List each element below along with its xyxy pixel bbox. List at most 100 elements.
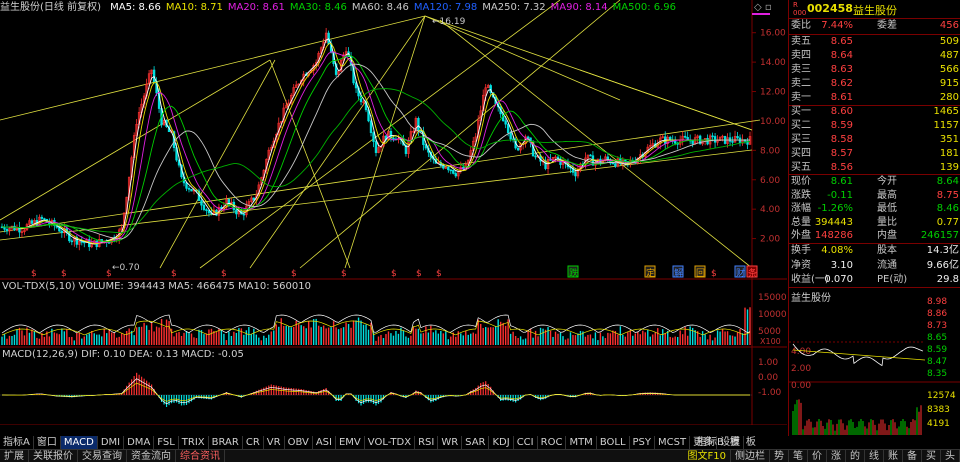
indicator-tab[interactable]: OBV	[285, 436, 313, 449]
chart-settings-icon[interactable]: ◇ ▫	[754, 2, 772, 13]
indicator-tab[interactable]: DMA	[124, 436, 155, 449]
indicator-tab[interactable]: CR	[243, 436, 264, 449]
indicator-tab[interactable]: VOL-TDX	[365, 436, 416, 449]
bottom-tool[interactable]: 势	[770, 450, 789, 462]
row-value: 8.58	[830, 134, 853, 145]
row-label: 卖五	[791, 36, 811, 47]
weicha-label: 委差	[877, 20, 897, 31]
candle-body	[447, 167, 450, 171]
intraday-mini-chart[interactable]: 4.002.000.008.988.868.738.658.598.478.35…	[789, 290, 960, 436]
ma-legend-item: MA10: 8.71	[165, 2, 223, 13]
mini-vol-label: 8383	[927, 405, 950, 415]
bottom-tool[interactable]: 备	[903, 450, 922, 462]
event-marker: 定	[646, 267, 655, 279]
bottom-tab[interactable]: 扩展	[0, 450, 29, 462]
vol-axis-label: 15000	[758, 293, 787, 303]
indicator-tab[interactable]: DMI	[98, 436, 125, 449]
indicator-tab[interactable]: 指标A	[0, 436, 34, 449]
indicator-tab-right[interactable]: 板	[743, 436, 759, 449]
candle-body	[683, 135, 687, 138]
bottom-tool[interactable]: 买	[922, 450, 941, 462]
bottom-tab[interactable]: 关联报价	[29, 450, 78, 462]
bottom-tool[interactable]: 账	[884, 450, 903, 462]
event-marker: $	[291, 269, 297, 279]
row-label: 收益(一)	[791, 274, 829, 285]
row-value: 8.59	[830, 120, 853, 131]
row-label: 卖三	[791, 64, 811, 75]
row-value2: 8.46	[936, 203, 959, 214]
indicator-tab[interactable]: WR	[438, 436, 463, 449]
row-value2: 246157	[920, 230, 959, 241]
indicator-tab[interactable]: RSI	[415, 436, 439, 449]
row-value: 148286	[814, 230, 853, 241]
candle-body	[235, 209, 238, 215]
price-axis-label: 12.00	[760, 88, 786, 98]
candle-body	[205, 209, 208, 211]
indicator-tab[interactable]: MCST	[655, 436, 691, 449]
trend-line	[199, 0, 561, 269]
candle-body	[80, 241, 83, 243]
price-axis-label: 2.00	[760, 235, 780, 245]
indicator-tab[interactable]: SAR	[462, 436, 490, 449]
indicator-tab[interactable]: ROC	[538, 436, 567, 449]
indicator-tab[interactable]: 窗口	[34, 436, 61, 449]
order-level-buy: 买一 8.60 1465	[789, 105, 960, 119]
indicator-tab[interactable]: MTM	[566, 436, 597, 449]
row-value: 0.070	[824, 274, 853, 285]
bottom-tool[interactable]: 笔	[789, 450, 808, 462]
kline-chart[interactable]: 16.00 14.00 12.00 10.00 8.00 6.00 4.00 2.00 ←16.…	[0, 0, 787, 425]
bottom-tab[interactable]: 综合资讯	[176, 450, 225, 462]
indicator-tab-right[interactable]: 指标B	[694, 436, 727, 449]
indicator-tab[interactable]: VR	[264, 436, 285, 449]
chart-divider	[752, 13, 770, 15]
candle-body	[516, 147, 520, 151]
row-value: -1.26%	[817, 203, 853, 214]
event-marker: $	[31, 269, 37, 279]
indicator-tab[interactable]: CCI	[514, 436, 538, 449]
order-level-buy: 买四 8.57 181	[789, 147, 960, 161]
high-mark-label: ←16.19	[432, 17, 466, 27]
mini-axis-right: 8.35	[927, 369, 947, 379]
ma-legend-item: MA60: 8.46	[351, 2, 409, 13]
indicator-tab[interactable]: PSY	[630, 436, 656, 449]
price-axis-label: 4.00	[760, 205, 780, 215]
weibi-row: 委比 7.44% 委差 456	[789, 19, 960, 33]
bottom-tool[interactable]: 图文F10	[684, 450, 731, 462]
indicator-tab-right[interactable]: 模	[727, 436, 743, 449]
chart-title: 益生股份(日线 前复权)	[0, 2, 101, 13]
trend-line	[0, 149, 753, 241]
bottom-right-tools: 图文F10 侧边栏势笔价涨的线账备买头	[684, 450, 960, 462]
indicator-tab[interactable]: FSL	[154, 436, 179, 449]
row-label: 净资	[791, 259, 811, 271]
event-marker: $	[61, 269, 67, 279]
indicator-tab[interactable]: MACD	[60, 436, 98, 449]
bottom-tool[interactable]: 的	[846, 450, 865, 462]
row-value2: 29.8	[936, 274, 959, 285]
bottom-tool[interactable]: 侧边栏	[731, 450, 770, 462]
bottom-tool[interactable]: 线	[865, 450, 884, 462]
candle-body	[202, 204, 206, 210]
indicator-tab[interactable]: TRIX	[179, 436, 209, 449]
bottom-tool[interactable]: 价	[808, 450, 827, 462]
indicator-tab[interactable]: KDJ	[489, 436, 514, 449]
row-value2: 566	[939, 64, 959, 75]
row-value: 8.56	[830, 162, 853, 173]
main-chart-area[interactable]: 16.00 14.00 12.00 10.00 8.00 6.00 4.00 2.00 ←16.…	[0, 0, 787, 425]
bottom-tool[interactable]: 头	[941, 450, 960, 462]
row-value2: 0.77	[936, 216, 959, 228]
bottom-tab[interactable]: 资金流向	[127, 450, 176, 462]
event-marker: 财	[736, 267, 745, 279]
fundamental-row: 换手 4.08% 股本 14.3亿	[789, 244, 960, 258]
candle-body	[190, 189, 193, 192]
candle-body	[152, 69, 156, 83]
indicator-tab[interactable]: BOLL	[597, 436, 630, 449]
bottom-tool[interactable]: 涨	[827, 450, 846, 462]
row-label: 卖一	[791, 92, 811, 103]
candle-body	[452, 169, 455, 174]
stock-code: 002458	[807, 2, 853, 15]
bottom-tab[interactable]: 交易查询	[78, 450, 127, 462]
candle-body	[691, 140, 694, 145]
indicator-tab[interactable]: ASI	[313, 436, 336, 449]
indicator-tab[interactable]: BRAR	[209, 436, 243, 449]
indicator-tab[interactable]: EMV	[336, 436, 365, 449]
